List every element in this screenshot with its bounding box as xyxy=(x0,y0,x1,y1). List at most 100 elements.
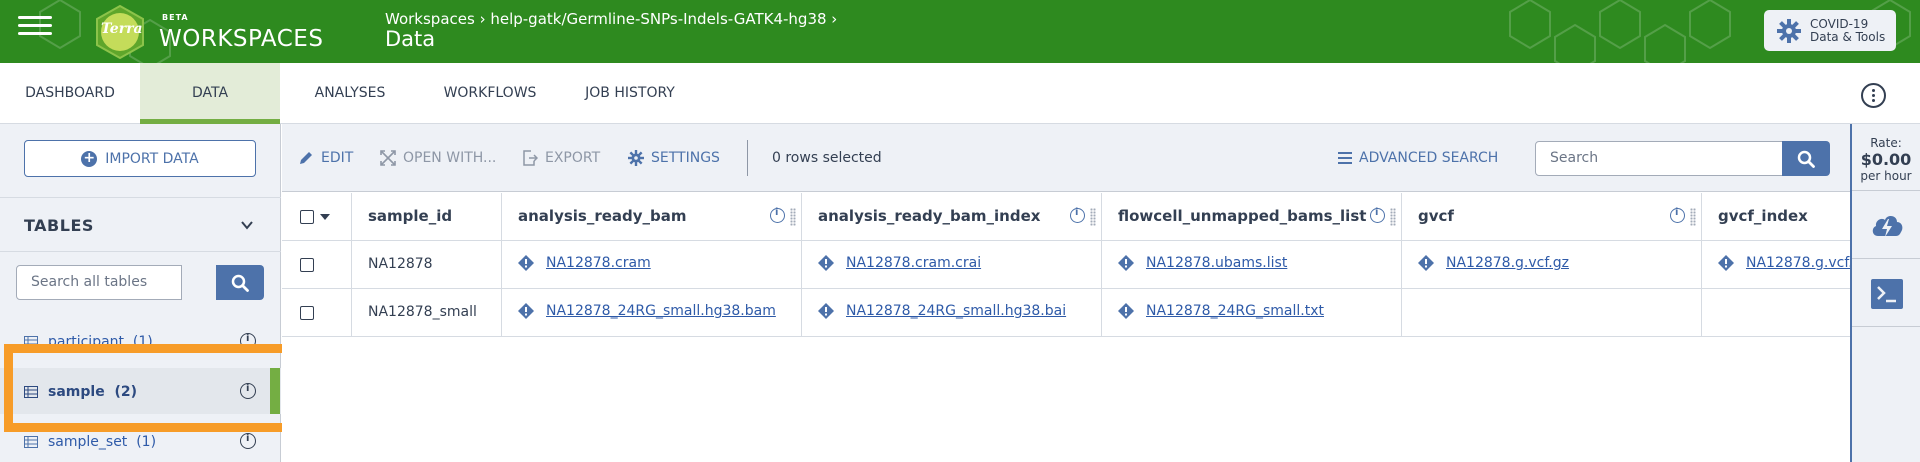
export-button[interactable]: EXPORT xyxy=(522,148,600,168)
tab-job-history[interactable]: JOB HISTORY xyxy=(560,63,700,124)
drag-handle-icon[interactable] xyxy=(1090,208,1096,226)
info-icon[interactable] xyxy=(1070,207,1085,223)
table-count: (1) xyxy=(136,434,157,450)
table-count: (2) xyxy=(114,384,137,400)
file-link[interactable]: NA12878.g.vcf.gz.tbi xyxy=(1718,255,1850,271)
file-link[interactable]: NA12878.cram.crai xyxy=(818,255,981,271)
tab-workflows[interactable]: WORKFLOWS xyxy=(420,63,560,124)
cloud-environment-panel: Rate: $0.00 per hour xyxy=(1850,124,1920,462)
toolbar-divider xyxy=(747,140,748,176)
more-options-icon[interactable] xyxy=(1861,83,1886,108)
rows-selected-count: 0 rows selected xyxy=(772,150,882,166)
tab-data[interactable]: DATA xyxy=(140,63,280,125)
settings-button[interactable]: SETTINGS xyxy=(628,148,720,168)
tab-dashboard[interactable]: DASHBOARD xyxy=(0,63,140,124)
column-header-flowcell-unmapped-bams-list[interactable]: flowcell_unmapped_bams_list xyxy=(1102,193,1402,241)
plus-circle-icon: + xyxy=(81,150,98,167)
data-grid: sample_id analysis_ready_bam analysis_re… xyxy=(282,193,1850,462)
row-checkbox[interactable] xyxy=(300,258,314,272)
file-link[interactable]: NA12878_24RG_small.hg38.bai xyxy=(818,303,1066,319)
file-link[interactable]: NA12878.cram xyxy=(518,255,651,271)
file-diamond-icon xyxy=(1118,303,1134,319)
menu-hamburger-icon[interactable] xyxy=(18,14,52,48)
info-icon[interactable] xyxy=(240,433,256,449)
cell-sample-id: NA12878 xyxy=(352,241,502,289)
table-row: NA12878_small NA12878_24RG_small.hg38.ba… xyxy=(282,289,1850,337)
caret-down-icon[interactable] xyxy=(320,214,330,220)
rate-value: $0.00 xyxy=(1860,150,1912,169)
column-header-gvcf-index[interactable]: gvcf_index xyxy=(1702,193,1850,241)
empty-cell xyxy=(1402,289,1702,337)
export-icon xyxy=(523,150,538,166)
open-with-label: OPEN WITH... xyxy=(403,150,497,166)
drag-handle-icon[interactable] xyxy=(1690,208,1696,226)
sidebar-table-participant[interactable]: participant (1) xyxy=(0,318,281,364)
sidebar-table-sample-set[interactable]: sample_set (1) xyxy=(0,418,281,462)
chevron-down-icon[interactable] xyxy=(240,218,254,232)
cell-sample-id: NA12878_small xyxy=(352,289,502,337)
beta-badge: BETA xyxy=(162,13,189,22)
data-sidebar: + IMPORT DATA TABLES Search all tables p… xyxy=(0,124,281,462)
terminal-button[interactable] xyxy=(1852,258,1920,326)
page-title: Data xyxy=(385,27,436,51)
brand-name[interactable]: WORKSPACES xyxy=(159,26,323,52)
open-with-button[interactable]: OPEN WITH... xyxy=(380,148,496,168)
row-checkbox[interactable] xyxy=(300,306,314,320)
table-icon xyxy=(24,336,38,348)
tab-analyses[interactable]: ANALYSES xyxy=(280,63,420,124)
info-icon[interactable] xyxy=(770,207,785,223)
grid-search-button[interactable] xyxy=(1782,141,1830,176)
table-search-button[interactable] xyxy=(216,265,264,300)
list-icon xyxy=(1338,152,1352,164)
select-all-checkbox[interactable] xyxy=(300,210,314,224)
file-link[interactable]: NA12878.g.vcf.gz xyxy=(1418,255,1569,271)
terminal-icon xyxy=(1871,279,1903,309)
search-icon xyxy=(231,274,249,292)
drag-handle-icon[interactable] xyxy=(1390,208,1396,226)
rate-unit: per hour xyxy=(1860,169,1912,183)
info-icon[interactable] xyxy=(1670,207,1685,223)
grid-search-input[interactable]: Search xyxy=(1535,141,1783,176)
column-header-analysis-ready-bam-index[interactable]: analysis_ready_bam_index xyxy=(802,193,1102,241)
breadcrumb[interactable]: Workspaces › help-gatk/Germline-SNPs-Ind… xyxy=(385,10,837,28)
file-link[interactable]: NA12878_24RG_small.txt xyxy=(1118,303,1324,319)
tables-label: TABLES xyxy=(24,216,94,235)
table-icon xyxy=(24,436,38,448)
edit-button[interactable]: EDIT xyxy=(298,148,353,168)
info-icon[interactable] xyxy=(240,333,256,349)
export-label: EXPORT xyxy=(545,150,601,166)
cloud-compute-icon xyxy=(1872,216,1903,237)
covid-data-tools-button[interactable]: COVID-19 Data & Tools xyxy=(1764,10,1896,51)
cost-rate: Rate: $0.00 per hour xyxy=(1852,136,1920,183)
cloud-environment-button[interactable] xyxy=(1852,190,1920,258)
edit-label: EDIT xyxy=(321,150,354,166)
file-diamond-icon xyxy=(1118,255,1134,271)
covid-label-line1: COVID-19 xyxy=(1810,16,1869,31)
info-icon[interactable] xyxy=(240,383,256,399)
sidebar-table-sample[interactable]: sample (2) xyxy=(0,368,281,414)
advanced-search-button[interactable]: ADVANCED SEARCH xyxy=(1338,148,1498,168)
workspace-tabbar: DASHBOARD DATA ANALYSES WORKFLOWS JOB HI… xyxy=(0,63,1920,125)
tables-section-header[interactable]: TABLES xyxy=(0,197,281,252)
file-diamond-icon xyxy=(1418,255,1434,271)
gear-icon xyxy=(1777,18,1801,43)
search-all-tables-input[interactable]: Search all tables xyxy=(16,265,182,300)
gear-icon xyxy=(628,150,644,166)
expand-arrows-icon xyxy=(380,150,396,166)
grid-header-row: sample_id analysis_ready_bam analysis_re… xyxy=(282,193,1850,241)
import-data-button[interactable]: + IMPORT DATA xyxy=(24,140,256,177)
column-header-gvcf[interactable]: gvcf xyxy=(1402,193,1702,241)
column-header-analysis-ready-bam[interactable]: analysis_ready_bam xyxy=(502,193,802,241)
file-diamond-icon xyxy=(818,255,834,271)
drag-handle-icon[interactable] xyxy=(790,208,796,226)
file-link[interactable]: NA12878_24RG_small.hg38.bam xyxy=(518,303,788,319)
file-link[interactable]: NA12878.ubams.list xyxy=(1118,255,1287,271)
table-name: participant xyxy=(48,334,125,350)
info-icon[interactable] xyxy=(1370,207,1385,223)
search-icon xyxy=(1797,150,1815,168)
import-data-label: IMPORT DATA xyxy=(105,150,199,167)
settings-label: SETTINGS xyxy=(651,150,720,166)
pencil-icon xyxy=(300,152,312,164)
column-header-sample-id[interactable]: sample_id xyxy=(352,193,502,241)
covid-label-line2: Data & Tools xyxy=(1810,29,1886,44)
